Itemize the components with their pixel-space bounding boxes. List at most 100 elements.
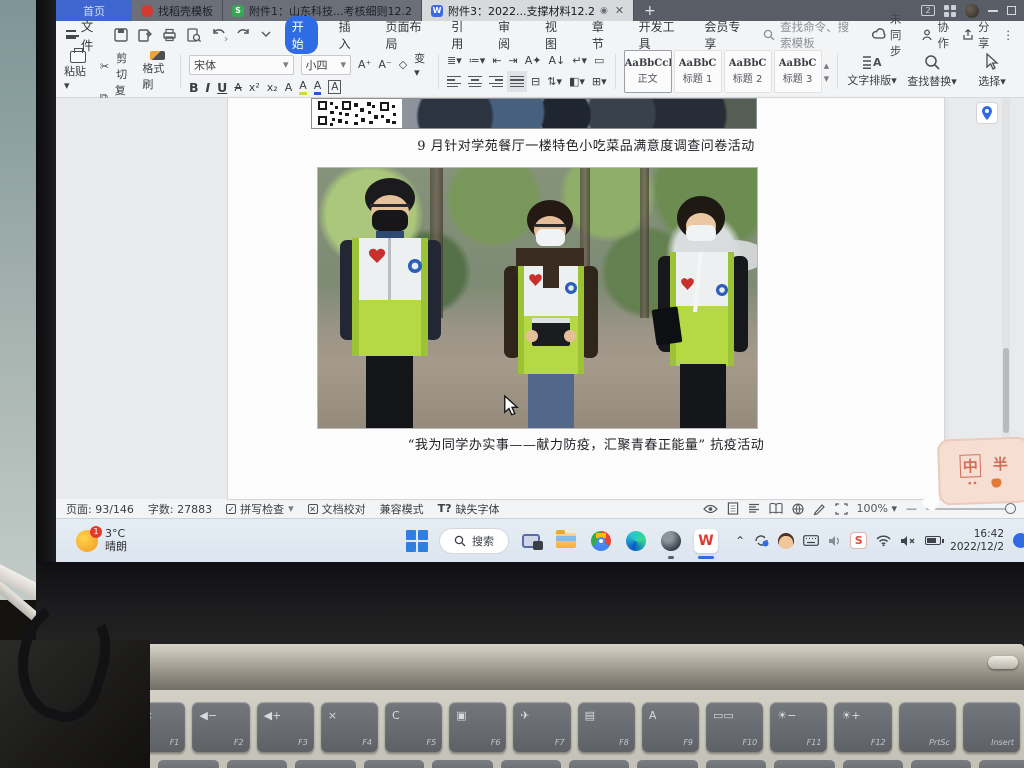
tab-docer[interactable]: 找稻壳模板 bbox=[132, 0, 223, 21]
bullets-button[interactable]: ≣▾ bbox=[447, 54, 462, 67]
undo-icon[interactable] bbox=[211, 28, 227, 41]
font-color-button[interactable]: A bbox=[314, 79, 322, 95]
menu-item-dev-tools[interactable]: 开发工具 bbox=[632, 16, 684, 54]
key-prtsc[interactable]: PrtSc bbox=[899, 702, 956, 752]
menu-item-view[interactable]: 视图 bbox=[538, 16, 571, 54]
taskbar-search[interactable]: 搜索 bbox=[439, 528, 509, 554]
power-button[interactable] bbox=[988, 656, 1018, 669]
key-f2[interactable]: ◀−F2 bbox=[192, 702, 249, 752]
redo-icon[interactable] bbox=[237, 28, 251, 41]
distribute-button[interactable]: ⊟ bbox=[531, 75, 540, 88]
page-indicator[interactable]: 页面: 93/146 bbox=[66, 501, 134, 517]
edge-button[interactable] bbox=[623, 528, 649, 554]
print-icon[interactable] bbox=[162, 28, 177, 42]
borders-button[interactable]: ⊞▾ bbox=[592, 75, 607, 88]
ink-annotate-icon[interactable] bbox=[813, 503, 826, 515]
key-partial[interactable] bbox=[843, 760, 903, 768]
collapse-ribbon-icon[interactable] bbox=[261, 31, 271, 38]
style-heading3[interactable]: AaBbC标题 3 bbox=[774, 50, 822, 93]
save-icon[interactable] bbox=[114, 28, 128, 42]
justify-button[interactable] bbox=[510, 74, 524, 90]
menu-item-references[interactable]: 引用 bbox=[444, 16, 477, 54]
key-f9[interactable]: AF9 bbox=[642, 702, 699, 752]
key-f6[interactable]: ▣F6 bbox=[449, 702, 506, 752]
scrollbar-thumb[interactable] bbox=[1003, 348, 1009, 433]
key-f12[interactable]: ☀+F12 bbox=[834, 702, 891, 752]
browser-button[interactable] bbox=[658, 528, 684, 554]
character-border-button[interactable]: A bbox=[328, 80, 341, 94]
menu-item-page-layout[interactable]: 页面布局 bbox=[379, 16, 431, 54]
underline-button[interactable]: U bbox=[217, 80, 227, 95]
eye-protect-icon[interactable] bbox=[703, 504, 718, 514]
location-pin-tool[interactable] bbox=[976, 102, 998, 124]
align-left-button[interactable] bbox=[447, 74, 461, 90]
sogou-ime-icon[interactable]: S bbox=[850, 532, 867, 549]
key-partial[interactable] bbox=[911, 760, 971, 768]
taskbar-clock[interactable]: 16:422022/12/2 bbox=[950, 528, 1004, 553]
weather-widget[interactable]: 1 3°C晴朗 bbox=[56, 528, 256, 553]
highlight-color-button[interactable]: A bbox=[299, 79, 307, 95]
doc-proof-button[interactable]: ✕文档校对 bbox=[308, 501, 366, 517]
strikethrough-button[interactable]: A bbox=[234, 81, 242, 94]
shading-button[interactable]: ◧▾ bbox=[569, 75, 585, 88]
clear-format-icon[interactable]: ◇ bbox=[399, 58, 407, 71]
bold-button[interactable]: B bbox=[189, 80, 199, 95]
zoom-slider-knob[interactable] bbox=[1005, 503, 1016, 514]
numbering-button[interactable]: ≔▾ bbox=[469, 54, 486, 67]
ime-status-panel[interactable]: 中 半 •• bbox=[937, 436, 1024, 505]
volume-muted-icon[interactable] bbox=[900, 535, 916, 547]
ime-full-shape[interactable]: 中 bbox=[959, 454, 981, 478]
key-f11[interactable]: ☀−F11 bbox=[770, 702, 827, 752]
outline-view-icon[interactable] bbox=[748, 503, 760, 514]
ime-keyboard-icon[interactable] bbox=[803, 535, 819, 546]
line-spacing-button[interactable]: ⇅▾ bbox=[547, 75, 562, 88]
inline-image-qr-group[interactable] bbox=[311, 98, 757, 129]
key-f10[interactable]: ▭▭F10 bbox=[706, 702, 763, 752]
key-partial[interactable] bbox=[979, 760, 1024, 768]
key-partial[interactable] bbox=[774, 760, 834, 768]
font-name-select[interactable]: 宋体▾ bbox=[189, 55, 294, 75]
decrease-indent-button[interactable]: ⇤ bbox=[492, 54, 501, 67]
chrome-button[interactable] bbox=[588, 528, 614, 554]
phonetic-guide-icon[interactable]: 变▾ bbox=[414, 50, 430, 79]
fit-page-icon[interactable] bbox=[835, 503, 848, 515]
menu-item-insert[interactable]: 插入 bbox=[332, 16, 365, 54]
spell-check-toggle[interactable]: ✓拼写检查▾ bbox=[226, 501, 294, 517]
page-view-icon[interactable] bbox=[727, 502, 739, 515]
align-right-button[interactable] bbox=[489, 74, 503, 90]
key-f7[interactable]: ✈F7 bbox=[513, 702, 570, 752]
web-layout-icon[interactable] bbox=[792, 503, 804, 515]
find-replace-button[interactable]: 查找替换▾ bbox=[906, 50, 958, 93]
grow-font-button[interactable]: A⁺ bbox=[358, 58, 371, 71]
key-f3[interactable]: ◀+F3 bbox=[257, 702, 314, 752]
font-size-select[interactable]: 小四▾ bbox=[301, 55, 352, 75]
key-partial[interactable] bbox=[706, 760, 766, 768]
missing-font-button[interactable]: T?缺失字体 bbox=[438, 501, 500, 517]
volunteers-photo[interactable] bbox=[318, 168, 757, 428]
style-heading1[interactable]: AaBbC标题 1 bbox=[674, 50, 722, 93]
format-painter-button[interactable]: 格式刷 bbox=[142, 50, 172, 93]
messenger-tray-icon[interactable] bbox=[778, 533, 794, 549]
subscript-button[interactable]: x₂ bbox=[267, 81, 278, 94]
shrink-font-button[interactable]: A⁻ bbox=[378, 58, 391, 71]
menu-item-review[interactable]: 审阅 bbox=[491, 16, 524, 54]
increase-indent-button[interactable]: ⇥ bbox=[509, 54, 518, 67]
cut-button[interactable]: ✂剪切 bbox=[100, 50, 134, 82]
wordart-button[interactable]: A✦ bbox=[525, 54, 542, 67]
pin-tab-icon[interactable]: ◉ bbox=[600, 6, 608, 16]
superscript-button[interactable]: x² bbox=[249, 81, 260, 94]
read-layout-icon[interactable] bbox=[769, 503, 783, 514]
ime-half-shape[interactable]: 半 bbox=[992, 453, 1008, 477]
wps-office-button[interactable]: W bbox=[693, 528, 719, 554]
close-tab-icon[interactable]: ✕ bbox=[615, 4, 624, 17]
menu-item-membership[interactable]: 会员专享 bbox=[697, 16, 749, 54]
wrap-mark-button[interactable]: ↵▾ bbox=[572, 54, 587, 67]
key-partial[interactable] bbox=[569, 760, 629, 768]
collaborate-button[interactable]: 协作 bbox=[922, 19, 950, 51]
align-center-button[interactable] bbox=[468, 74, 482, 90]
share-button[interactable]: 分享 bbox=[962, 19, 990, 51]
key-f5[interactable]: CF5 bbox=[385, 702, 442, 752]
menu-item-home[interactable]: 开始 bbox=[285, 16, 318, 54]
key-partial[interactable] bbox=[637, 760, 697, 768]
text-effects-button[interactable]: A bbox=[285, 81, 293, 94]
